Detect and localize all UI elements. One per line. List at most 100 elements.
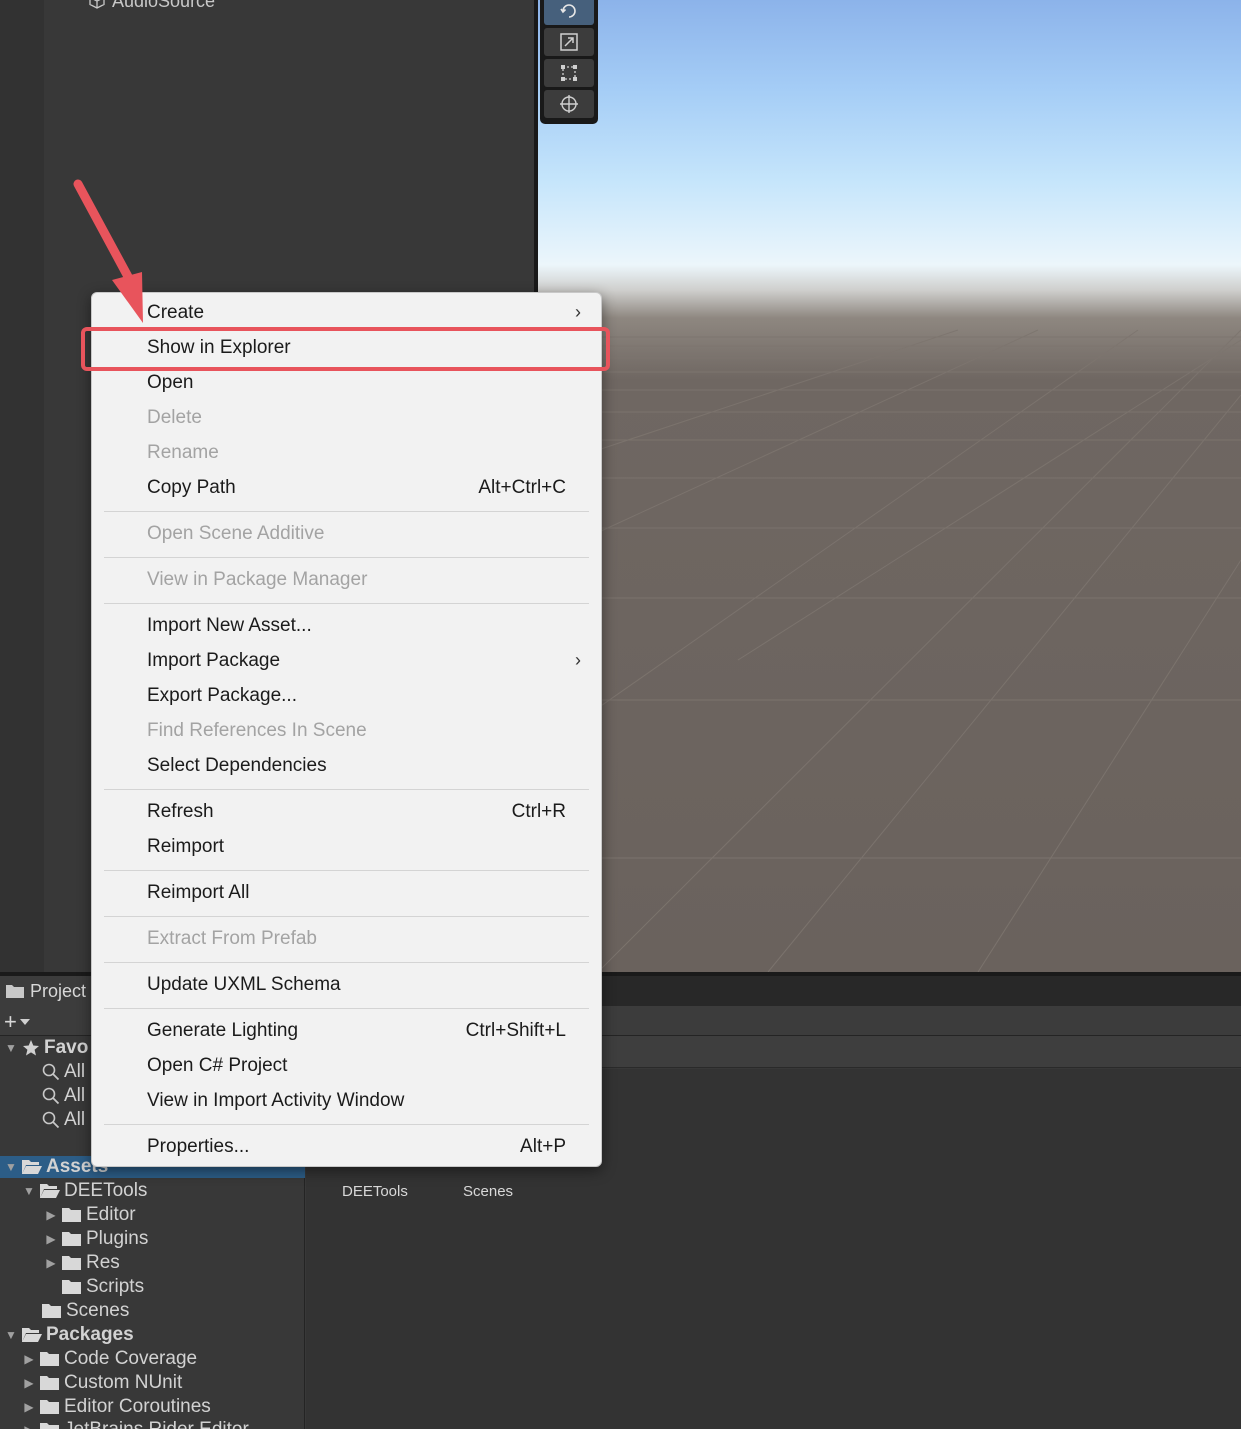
menu-separator <box>104 789 589 790</box>
tree-folder-plugins[interactable]: ▶ Plugins <box>44 1227 148 1251</box>
tree-favorites-search-3[interactable]: All <box>42 1108 85 1132</box>
menu-item-import-new-asset[interactable]: Import New Asset... <box>92 608 601 643</box>
tree-favorites-search-2[interactable]: All <box>42 1084 85 1108</box>
menu-item-delete: Delete <box>92 400 601 435</box>
menu-item-open-scene-additive: Open Scene Additive <box>92 516 601 551</box>
folder-icon <box>62 1280 81 1294</box>
menu-separator <box>104 962 589 963</box>
rect-transform-icon <box>561 65 577 81</box>
tree-folder-res[interactable]: ▶ Res <box>44 1251 119 1275</box>
star-icon <box>23 1040 39 1056</box>
menu-item-generate-lighting[interactable]: Generate Lighting Ctrl+Shift+L <box>92 1013 601 1048</box>
menu-item-label: Open Scene Additive <box>147 522 325 544</box>
menu-item-find-references: Find References In Scene <box>92 713 601 748</box>
menu-item-copy-path[interactable]: Copy Path Alt+Ctrl+C <box>92 470 601 505</box>
menu-item-reimport-all[interactable]: Reimport All <box>92 875 601 910</box>
search-icon <box>42 1111 60 1129</box>
hierarchy-item-audiosource[interactable]: AudioSource <box>88 0 215 12</box>
menu-item-label: View in Package Manager <box>147 568 368 590</box>
add-label: + <box>4 1009 17 1034</box>
tree-item-label: All <box>64 1109 86 1130</box>
menu-item-extract-from-prefab: Extract From Prefab <box>92 921 601 956</box>
scene-view[interactable] <box>538 0 1241 972</box>
menu-separator <box>104 916 589 917</box>
menu-item-shortcut: Alt+Ctrl+C <box>478 476 566 498</box>
transform-tool-button[interactable] <box>544 90 594 118</box>
rotate-tool-button[interactable] <box>544 0 594 25</box>
tree-item-label: Code Coverage <box>64 1348 198 1369</box>
collapse-arrow-icon[interactable]: ▶ <box>22 1423 36 1429</box>
menu-item-label: Rename <box>147 441 219 463</box>
gameobject-icon <box>89 0 105 9</box>
tree-item-label: All <box>64 1085 86 1106</box>
collapse-arrow-icon[interactable]: ▶ <box>44 1256 58 1270</box>
folder-icon <box>62 1208 81 1222</box>
collapse-arrow-icon[interactable]: ▶ <box>44 1232 58 1246</box>
collapse-arrow-icon[interactable]: ▶ <box>22 1400 36 1414</box>
highlight-annotation-box <box>81 327 610 371</box>
menu-item-export-package[interactable]: Export Package... <box>92 678 601 713</box>
add-asset-button[interactable]: + <box>4 1009 31 1035</box>
menu-separator <box>104 557 589 558</box>
folder-icon <box>42 1304 61 1318</box>
tree-package-code-coverage[interactable]: ▶ Code Coverage <box>22 1347 197 1371</box>
menu-item-view-import-activity[interactable]: View in Import Activity Window <box>92 1083 601 1118</box>
tool-palette <box>540 0 598 124</box>
scale-icon <box>560 33 578 51</box>
rect-tool-button[interactable] <box>544 59 594 87</box>
menu-item-label: Find References In Scene <box>147 719 367 741</box>
menu-item-label: Select Dependencies <box>147 754 327 776</box>
tree-package-editor-coroutines[interactable]: ▶ Editor Coroutines <box>22 1395 210 1419</box>
menu-item-view-in-package-manager: View in Package Manager <box>92 562 601 597</box>
collapse-arrow-icon[interactable]: ▶ <box>44 1208 58 1222</box>
tree-item-label: Editor <box>86 1204 136 1225</box>
expand-arrow-icon[interactable]: ▼ <box>4 1160 18 1174</box>
tree-package-jetbrains-rider[interactable]: ▶ JetBrains Rider Editor <box>22 1418 249 1429</box>
menu-item-shortcut: Alt+P <box>520 1135 566 1157</box>
expand-arrow-icon[interactable]: ▼ <box>4 1041 18 1055</box>
grid-item-deetools[interactable]: DEETools <box>342 1183 408 1200</box>
tree-folder-scripts[interactable]: Scripts <box>62 1275 144 1299</box>
tree-package-custom-nunit[interactable]: ▶ Custom NUnit <box>22 1371 182 1395</box>
menu-item-label: View in Import Activity Window <box>147 1089 405 1111</box>
tree-folder-deetools[interactable]: ▼ DEETools <box>22 1179 147 1203</box>
collapse-arrow-icon[interactable]: ▶ <box>22 1376 36 1390</box>
folder-icon <box>40 1400 59 1414</box>
menu-item-label: Import Package <box>147 649 281 671</box>
tree-packages-label: Packages <box>46 1324 134 1345</box>
menu-item-reimport[interactable]: Reimport <box>92 829 601 864</box>
menu-separator <box>104 870 589 871</box>
menu-item-properties[interactable]: Properties... Alt+P <box>92 1129 601 1164</box>
hierarchy-item-label: AudioSource <box>112 0 216 11</box>
folder-open-icon <box>22 1328 42 1342</box>
dropdown-arrow-icon <box>19 1019 30 1025</box>
menu-item-label: Reimport All <box>147 881 250 903</box>
chevron-right-icon: › <box>575 650 581 670</box>
menu-item-import-package[interactable]: Import Package › <box>92 643 601 678</box>
folder-icon <box>40 1423 59 1429</box>
tree-packages[interactable]: ▼ Packages <box>4 1323 134 1347</box>
folder-icon <box>62 1232 81 1246</box>
scale-tool-button[interactable] <box>544 28 594 56</box>
transform-icon <box>560 95 578 113</box>
tree-folder-editor[interactable]: ▶ Editor <box>44 1203 136 1227</box>
expand-arrow-icon[interactable]: ▼ <box>22 1184 36 1198</box>
menu-item-update-uxml-schema[interactable]: Update UXML Schema <box>92 967 601 1002</box>
tree-folder-scenes[interactable]: Scenes <box>42 1299 129 1323</box>
menu-item-label: Import New Asset... <box>147 614 312 636</box>
menu-item-create[interactable]: Create › <box>92 295 601 330</box>
menu-item-refresh[interactable]: Refresh Ctrl+R <box>92 794 601 829</box>
menu-item-label: Open <box>147 371 194 393</box>
folder-open-icon <box>22 1160 42 1174</box>
tree-favorites[interactable]: ▼ Favo <box>4 1036 88 1060</box>
expand-arrow-icon[interactable]: ▼ <box>4 1328 18 1342</box>
menu-item-label: Properties... <box>147 1135 250 1157</box>
menu-item-select-dependencies[interactable]: Select Dependencies <box>92 748 601 783</box>
collapse-arrow-icon[interactable]: ▶ <box>22 1352 36 1366</box>
tree-favorites-search-1[interactable]: All <box>42 1060 85 1084</box>
menu-separator <box>104 1124 589 1125</box>
grid-item-scenes[interactable]: Scenes <box>463 1183 513 1200</box>
folder-icon <box>6 985 24 998</box>
folder-icon <box>40 1352 59 1366</box>
menu-item-open-csharp-project[interactable]: Open C# Project <box>92 1048 601 1083</box>
